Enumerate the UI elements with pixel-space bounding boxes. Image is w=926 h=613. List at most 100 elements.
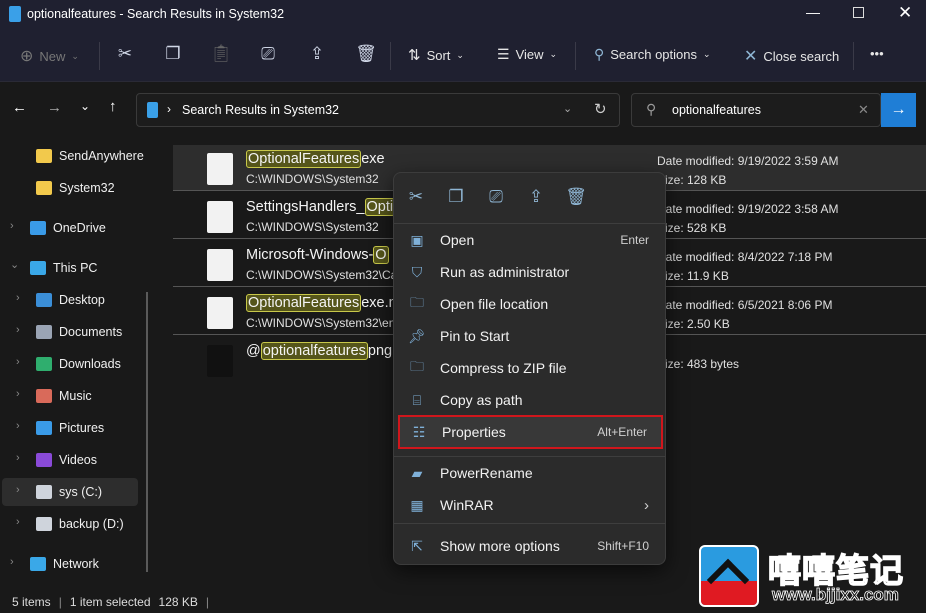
cut-icon[interactable]: ✂ [113,44,137,64]
file-size: Size: 2.50 KB [657,317,730,331]
sort-icon: ⇅ [408,47,421,64]
download-icon [36,357,52,371]
breadcrumb[interactable]: Search Results in System32 [182,103,339,117]
search-highlight: OptionalFeatures [246,150,362,168]
file-size: Size: 528 KB [657,221,727,235]
file-path: C:\WINDOWS\System32\Ca [246,268,398,282]
close-search-button[interactable]: ✕ Close search [744,46,839,66]
expand-chevron-icon[interactable]: › [16,324,20,336]
sidebar-item[interactable]: Pictures [36,414,104,442]
navigation-bar: ← → ⌄ ↑ › Search Results in System32 ⌄ ↻… [0,82,926,138]
view-button[interactable]: ☰ View ⌄ [497,46,557,63]
expand-chevron-icon[interactable]: › [16,420,20,432]
address-bar[interactable]: › Search Results in System32 ⌄ ↻ [136,93,620,127]
up-button[interactable]: ↑ [109,98,117,115]
path-icon: ⌸ [412,391,422,408]
sidebar-item[interactable]: Documents [36,318,122,346]
drive-icon [36,485,52,499]
menu-item-pin-to-start[interactable]: 📌︎ Pin to Start [398,321,663,351]
share-icon[interactable]: ⇪ [524,187,548,207]
address-dropdown-icon[interactable]: ⌄ [563,102,572,115]
more-button[interactable]: ••• [870,46,884,61]
file-date: Date modified: 6/5/2021 8:06 PM [657,298,833,312]
folder-icon [36,181,52,195]
search-go-button[interactable]: → [881,93,916,127]
sidebar-item[interactable]: backup (D:) [36,510,124,538]
name-suffix: exe [361,151,385,167]
new-button[interactable]: ⊕ New ⌄ [20,46,79,66]
menu-item-open[interactable]: ▣ Open Enter [398,225,663,255]
expand-chevron-icon[interactable]: › [16,356,20,368]
delete-icon[interactable]: 🗑︎ [354,44,378,64]
close-button[interactable]: ✕ [898,3,912,23]
menu-item-show-more-options[interactable]: ⇱ Show more options Shift+F10 [398,531,663,561]
share-icon[interactable]: ⇪ [305,44,329,64]
menu-item-open-file-location[interactable]: 🗀 Open file location [398,289,663,319]
menu-item-run-as-administrator[interactable]: ⛉ Run as administrator [398,257,663,287]
selection-size: 128 KB [158,594,198,609]
open-icon: ▣ [410,231,424,248]
sidebar-item-label: backup (D:) [59,517,124,531]
expand-chevron-icon[interactable]: › [16,484,20,496]
menu-item-label: Show more options [440,538,560,554]
sidebar-item[interactable]: Videos [36,446,97,474]
minimize-button[interactable]: — [806,4,820,20]
menu-item-properties[interactable]: ☷ Properties Alt+Enter [398,415,663,449]
window-title: optionalfeatures - Search Results in Sys… [27,7,285,21]
submenu-chevron-icon: › [644,496,649,514]
paste-icon[interactable]: 📋︎ [209,44,233,64]
search-highlight: Opti [364,198,396,216]
close-icon: ✕ [744,48,758,65]
sidebar-item-label: OneDrive [53,221,106,235]
back-button[interactable]: ← [12,99,27,116]
sidebar-item[interactable]: System32 [36,174,115,202]
search-box[interactable]: ⚲ optionalfeatures ✕ [631,93,881,127]
rename-icon[interactable]: ⎚ [256,44,280,64]
sidebar-item[interactable]: This PC [30,254,97,282]
rename-icon[interactable]: ⎚ [484,187,508,207]
properties-icon: ☷ [412,423,426,440]
expand-chevron-icon[interactable]: › [16,292,20,304]
copy-icon[interactable]: ❐ [444,187,468,207]
expand-chevron-icon[interactable]: › [10,556,14,568]
menu-item-label: Open file location [440,296,549,312]
menu-item-winrar[interactable]: ▦ WinRAR › [398,490,663,520]
expand-chevron-icon[interactable]: › [16,452,20,464]
delete-icon[interactable]: 🗑︎ [564,187,588,207]
sidebar-item-label: Music [59,389,92,403]
search-highlight: optionalfeatures [260,342,368,360]
pin-icon: 📌︎ [408,327,426,344]
menu-item-label: PowerRename [440,465,533,481]
sidebar-item[interactable]: sys (C:) [36,478,102,506]
recent-locations-button[interactable]: ⌄ [80,99,90,113]
menu-item-copy-as-path[interactable]: ⌸ Copy as path [398,385,663,415]
expanded-chevron-icon[interactable]: ⌄ [10,258,19,271]
expand-chevron-icon[interactable]: › [16,388,20,400]
search-input[interactable]: optionalfeatures [672,103,761,117]
menu-item-compress-to-zip-file[interactable]: 🗀 Compress to ZIP file [398,353,663,383]
sidebar-item[interactable]: OneDrive [30,214,106,242]
sidebar-item[interactable]: Network [30,550,99,578]
expand-chevron-icon[interactable]: › [10,220,14,232]
sort-button[interactable]: ⇅ Sort ⌄ [408,46,464,64]
menu-item-powerrename[interactable]: ▰ PowerRename [398,458,663,488]
zip-icon: 🗀 [410,358,424,374]
cut-icon[interactable]: ✂ [404,187,428,207]
file-name: OptionalFeatures exe.m [246,294,401,312]
refresh-icon[interactable]: ↻ [594,100,607,118]
sidebar-item[interactable]: Music [36,382,92,410]
more-options-icon: ⇱ [411,537,423,554]
menu-item-shortcut: Enter [620,233,649,247]
sidebar-item[interactable]: Downloads [36,350,121,378]
sidebar-item[interactable]: Desktop [36,286,105,314]
drive-icon [36,517,52,531]
sidebar-scrollbar[interactable] [146,292,148,572]
forward-button[interactable]: → [47,99,62,116]
maximize-button[interactable] [853,7,864,18]
expand-chevron-icon[interactable]: › [16,516,20,528]
name-prefix: SettingsHandlers_ [246,199,365,215]
copy-icon[interactable]: ❐ [161,44,185,64]
clear-search-icon[interactable]: ✕ [858,102,869,118]
search-options-button[interactable]: ⚲ Search options ⌄ [594,46,711,63]
sidebar-item[interactable]: SendAnywhere [36,142,144,170]
